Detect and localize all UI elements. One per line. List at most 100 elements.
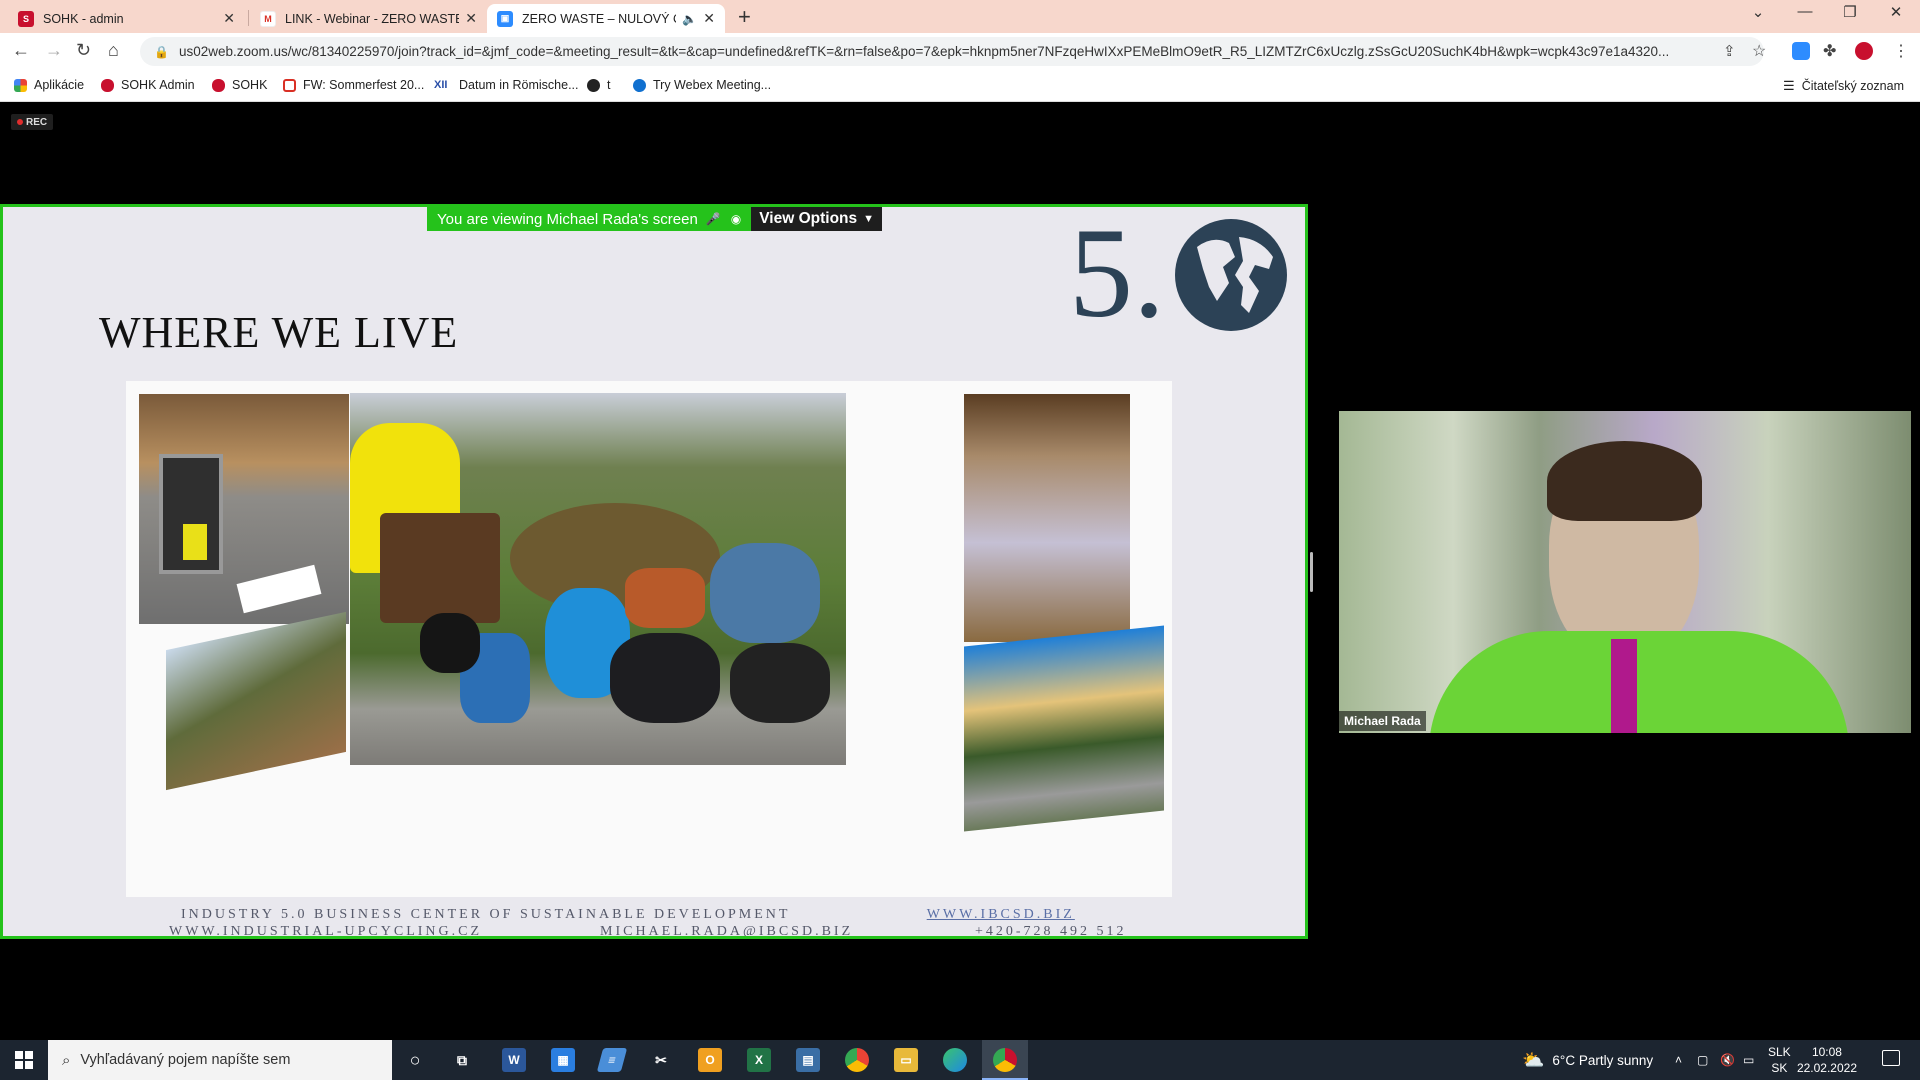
participant-name: Michael Rada: [1339, 711, 1426, 731]
close-window-button[interactable]: ✕: [1876, 3, 1916, 21]
record-dot-icon: [17, 119, 23, 125]
task-view-icon[interactable]: ⧉: [450, 1048, 474, 1072]
footer-link-ibcsd[interactable]: WWW.IBCSD.BIZ: [927, 907, 1075, 922]
photo-collage: [126, 381, 1172, 897]
participant-hair: [1547, 441, 1702, 521]
resize-handle[interactable]: [1310, 552, 1313, 592]
new-tab-button[interactable]: +: [738, 4, 751, 30]
meet-now-icon[interactable]: ▢: [1697, 1040, 1708, 1080]
notes-icon[interactable]: ≡: [596, 1048, 628, 1072]
tab-search-button[interactable]: ⌄: [1738, 3, 1778, 21]
partly-sunny-icon: ⛅: [1522, 1049, 1545, 1070]
address-bar[interactable]: 🔒 us02web.zoom.us/wc/81340225970/join?tr…: [140, 37, 1764, 66]
view-options-button[interactable]: View Options ▼: [751, 207, 883, 231]
bookmark-sohk-admin[interactable]: SOHK Admin: [101, 78, 195, 92]
extensions-icon[interactable]: ✤: [1823, 41, 1836, 61]
footer-phone: +420-728 492 512: [975, 924, 1127, 939]
participant-tie: [1611, 639, 1637, 733]
lang-region: SK: [1771, 1061, 1788, 1075]
cortana-icon[interactable]: ○: [403, 1048, 427, 1072]
viewing-notice: You are viewing Michael Rada's screen 🎤 …: [427, 207, 752, 231]
roman-icon: XII: [434, 78, 448, 91]
bookmark-label: t: [607, 78, 611, 92]
taskbar-search[interactable]: ⌕ Vyhľadávaný pojem napíšte sem: [48, 1040, 392, 1080]
browser-toolbar: ← → ↻ ⌂ 🔒 us02web.zoom.us/wc/81340225970…: [0, 33, 1920, 70]
tab-title: SOHK - admin: [43, 11, 124, 26]
recording-indicator: REC: [11, 114, 54, 130]
share-icon[interactable]: ⇪: [1723, 42, 1736, 60]
minimize-button[interactable]: —: [1785, 3, 1825, 20]
apps-icon: [14, 78, 27, 92]
home-icon[interactable]: ⌂: [108, 40, 119, 61]
tab-zero-waste[interactable]: ▣ ZERO WASTE – NULOVÝ OD 🔈 ✕: [487, 4, 725, 33]
mic-icon: 🎤: [705, 212, 721, 226]
snip-tool-icon[interactable]: ✂: [649, 1048, 673, 1072]
outlook-icon[interactable]: O: [698, 1048, 722, 1072]
sohk-icon: [212, 78, 225, 92]
bookmark-datum[interactable]: XII Datum in Römische...: [434, 78, 578, 92]
calculator-icon[interactable]: ▤: [796, 1048, 820, 1072]
clock-time: 10:08: [1811, 1045, 1842, 1059]
participant-shirt: [1429, 631, 1849, 733]
weather-widget[interactable]: ⛅ 6°C Partly sunny: [1522, 1040, 1653, 1080]
rec-label: REC: [26, 116, 48, 128]
menu-icon[interactable]: ⋮: [1893, 41, 1909, 61]
store-icon[interactable]: ▦: [551, 1048, 575, 1072]
language-indicator[interactable]: SLK SK: [1768, 1044, 1791, 1076]
bookmark-label: FW: Sommerfest 20...: [303, 78, 425, 92]
industry-logo: 5.: [1069, 209, 1289, 337]
bookmark-label: Datum in Römische...: [459, 78, 579, 92]
footer-website: WWW.INDUSTRIAL-UPCYCLING.CZ: [169, 924, 483, 939]
reading-list[interactable]: ☰ Čitateľský zoznam: [1783, 78, 1904, 94]
tab-strip: S SOHK - admin ✕ M LINK - Webinar - ZERO…: [0, 0, 1920, 33]
notification-icon[interactable]: [1882, 1050, 1900, 1066]
shared-screen: You are viewing Michael Rada's screen 🎤 …: [0, 204, 1308, 939]
gmail-icon: [283, 78, 296, 92]
clock-date: 22.02.2022: [1796, 1061, 1857, 1075]
system-clock[interactable]: 10:08 22.02.2022: [1797, 1044, 1857, 1076]
bookmark-t[interactable]: t: [587, 78, 610, 92]
forward-icon[interactable]: →: [45, 40, 63, 61]
bookmark-sohk[interactable]: SOHK: [212, 78, 267, 92]
close-icon[interactable]: ✕: [223, 10, 235, 27]
bookmark-label: Try Webex Meeting...: [653, 78, 772, 92]
viewing-text: You are viewing Michael Rada's screen: [437, 210, 698, 228]
chevron-down-icon: ▼: [863, 213, 875, 225]
bookmark-label: SOHK Admin: [121, 78, 195, 92]
speaker-muted-icon[interactable]: 🔈: [682, 12, 697, 26]
edge-icon[interactable]: [943, 1048, 967, 1072]
tray-chevron-icon[interactable]: ˄: [1675, 1040, 1682, 1080]
word-icon[interactable]: W: [502, 1048, 526, 1072]
chrome-active-task[interactable]: [982, 1040, 1028, 1080]
bookmark-webex[interactable]: Try Webex Meeting...: [633, 78, 771, 92]
viewing-banner: You are viewing Michael Rada's screen 🎤 …: [427, 207, 883, 231]
network-icon[interactable]: ▭: [1743, 1040, 1754, 1080]
bookmarks-bar: Aplikácie SOHK Admin SOHK FW: Sommerfest…: [0, 70, 1920, 102]
excel-icon[interactable]: X: [747, 1048, 771, 1072]
windows-taskbar: ⌕ Vyhľadávaný pojem napíšte sem ○ ⧉ W ▦ …: [0, 1040, 1920, 1080]
profile-extension-icon[interactable]: [1855, 42, 1873, 60]
file-explorer-icon[interactable]: ▭: [894, 1048, 918, 1072]
tab-webinar-link[interactable]: M LINK - Webinar - ZERO WASTE - ✕: [250, 4, 487, 33]
zoom-extension-icon[interactable]: [1792, 42, 1810, 60]
record-icon: ◉: [730, 212, 742, 226]
bookmark-sommerfest[interactable]: FW: Sommerfest 20...: [283, 78, 424, 92]
webex-icon: [633, 78, 646, 92]
maximize-button[interactable]: ❐: [1830, 3, 1870, 21]
bookmark-apps[interactable]: Aplikácie: [14, 78, 84, 92]
reload-icon[interactable]: ↻: [76, 40, 91, 61]
tab-sohk-admin[interactable]: S SOHK - admin ✕: [8, 4, 245, 33]
back-icon[interactable]: ←: [12, 40, 30, 61]
bookmark-star-icon[interactable]: ☆: [1752, 41, 1766, 61]
sohk-icon: [101, 78, 114, 92]
close-icon[interactable]: ✕: [703, 10, 715, 27]
chrome-icon[interactable]: [845, 1048, 869, 1072]
search-icon: ⌕: [62, 1051, 71, 1069]
globe-icon: [587, 78, 600, 92]
url-text: us02web.zoom.us/wc/81340225970/join?trac…: [178, 44, 1670, 59]
volume-muted-icon[interactable]: 🔇: [1720, 1040, 1735, 1080]
close-icon[interactable]: ✕: [465, 10, 477, 27]
start-button[interactable]: [0, 1040, 48, 1080]
lock-icon: 🔒: [154, 44, 169, 59]
windows-icon: [15, 1051, 33, 1069]
